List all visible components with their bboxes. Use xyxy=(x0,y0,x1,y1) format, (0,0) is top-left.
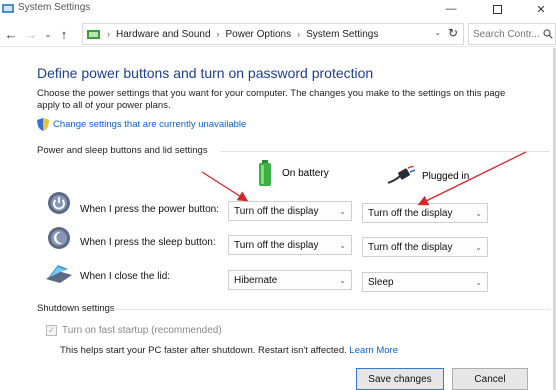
back-button[interactable]: ← xyxy=(2,21,20,47)
title-bar: System Settings — ✕ xyxy=(0,0,556,18)
annotation-arrow xyxy=(417,151,527,206)
search-icon xyxy=(543,29,553,39)
search-input[interactable] xyxy=(473,28,543,40)
maximize-icon xyxy=(492,4,502,14)
close-button[interactable]: ✕ xyxy=(526,0,556,18)
breadcrumb-power-options[interactable]: Power Options xyxy=(226,29,292,40)
breadcrumb-separator: › xyxy=(107,29,110,39)
maximize-button[interactable] xyxy=(482,0,512,18)
main-content: Define power buttons and turn on passwor… xyxy=(0,48,556,390)
window-title: System Settings xyxy=(18,2,91,13)
forward-button[interactable]: → xyxy=(22,21,40,47)
search-box[interactable] xyxy=(468,23,556,45)
recent-locations-button[interactable]: ⌄ xyxy=(42,21,54,47)
breadcrumb-hardware-and-sound[interactable]: Hardware and Sound xyxy=(116,29,211,40)
breadcrumb-separator: › xyxy=(297,29,301,39)
navigation-bar: ← → ⌄ ↑ › Hardware and Sound › Power Opt… xyxy=(0,21,556,47)
control-panel-icon xyxy=(2,4,14,13)
breadcrumb-separator: › xyxy=(216,29,220,39)
up-button[interactable]: ↑ xyxy=(56,21,72,47)
minimize-button[interactable]: — xyxy=(436,0,466,18)
refresh-icon[interactable]: ↻ xyxy=(448,26,458,40)
control-panel-icon xyxy=(87,30,100,39)
annotation-arrow xyxy=(201,171,249,202)
address-bar[interactable]: › Hardware and Sound › Power Options › S… xyxy=(82,23,464,45)
annotation-arrows xyxy=(201,151,527,206)
address-dropdown-icon[interactable]: ⌄ xyxy=(434,28,441,37)
breadcrumb-system-settings[interactable]: System Settings xyxy=(306,29,378,40)
